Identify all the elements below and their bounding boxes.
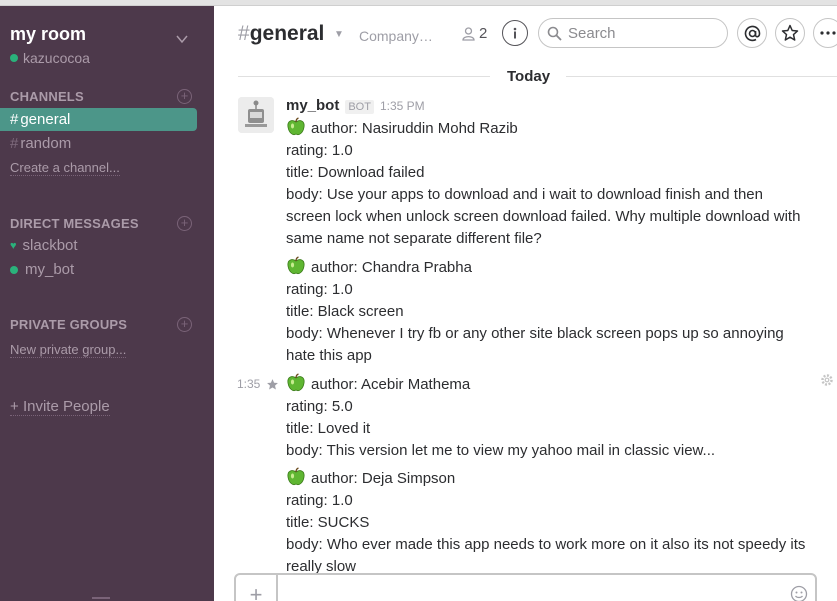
author-text: author: Nasiruddin Mohd Razib (311, 120, 518, 137)
gear-icon[interactable] (820, 373, 834, 387)
rating-line: rating: 5.0 (286, 398, 353, 415)
search-icon (547, 26, 562, 41)
info-icon (513, 27, 517, 39)
star-icon (781, 24, 799, 41)
sidebar-item-general[interactable]: # general (0, 108, 197, 131)
attach-file-button[interactable]: + (236, 575, 278, 601)
title-line: title: Loved it (286, 420, 371, 437)
search-bar[interactable] (538, 18, 728, 48)
green-apple-icon (287, 256, 305, 274)
message-input[interactable] (286, 583, 776, 600)
sidebar-item-slackbot[interactable]: ♥ slackbot (10, 237, 78, 254)
message-header: my_bot BOT 1:35 PM (286, 97, 425, 114)
channels-heading[interactable]: CHANNELS (10, 89, 84, 104)
message-attachment: author: Acebir Mathema rating: 5.0 title… (286, 373, 806, 462)
rating-line: rating: 1.0 (286, 492, 353, 509)
hash-icon: # (238, 22, 250, 45)
author-text: author: Deja Simpson (311, 470, 456, 487)
hover-timestamp[interactable]: 1:35 (237, 377, 260, 391)
green-apple-icon (287, 373, 305, 391)
mentions-button[interactable] (737, 18, 767, 48)
body-line: body: This version let me to view my yah… (286, 442, 716, 459)
sender-name[interactable]: my_bot (286, 97, 339, 114)
author-line: author: Deja Simpson (286, 467, 806, 490)
green-apple-icon (287, 467, 305, 485)
message-composer: + (234, 573, 817, 601)
search-input[interactable] (568, 24, 718, 42)
create-channel-link[interactable]: Create a channel... (10, 160, 120, 176)
plus-icon: + (10, 398, 19, 415)
author-line: author: Chandra Prabha (286, 256, 806, 279)
person-icon (462, 26, 475, 41)
add-dm-icon[interactable]: + (177, 216, 192, 231)
hash-icon: # (10, 135, 19, 152)
sidebar-item-random[interactable]: # random (0, 132, 197, 155)
team-name[interactable]: my room (10, 24, 86, 45)
green-apple-icon (287, 117, 305, 135)
author-text: author: Chandra Prabha (311, 259, 472, 276)
resize-handle[interactable] (92, 597, 110, 599)
author-line: author: Nasiruddin Mohd Razib (286, 117, 806, 140)
channel-info-button[interactable] (502, 20, 528, 46)
avatar[interactable] (238, 97, 274, 133)
sidebar-item-label: general (20, 111, 71, 128)
starred-items-button[interactable] (775, 18, 805, 48)
divider-line (566, 76, 837, 77)
body-line: body: Use your apps to download and i wa… (286, 186, 801, 247)
invite-people-link[interactable]: + Invite People (10, 398, 110, 416)
title-line: title: SUCKS (286, 514, 370, 531)
current-user[interactable]: kazucocoa (10, 50, 90, 66)
sidebar-item-label: my_bot (25, 261, 75, 278)
star-icon[interactable] (266, 378, 279, 391)
direct-messages-heading[interactable]: DIRECT MESSAGES (10, 216, 139, 231)
new-private-group-link[interactable]: New private group... (10, 342, 127, 358)
member-count-button[interactable]: 2 (462, 25, 487, 42)
body-line: body: Whenever I try fb or any other sit… (286, 325, 784, 364)
rating-line: rating: 1.0 (286, 281, 353, 298)
message-attachment: author: Chandra Prabha rating: 1.0 title… (286, 256, 806, 367)
sidebar-item-my-bot[interactable]: my_bot (10, 261, 74, 278)
day-divider-label: Today (507, 68, 551, 85)
presence-dot (10, 54, 18, 62)
channel-purpose[interactable]: Company… (359, 28, 441, 44)
chevron-down-icon[interactable]: ▼ (334, 29, 344, 40)
hash-icon: # (10, 111, 19, 128)
message-timestamp[interactable]: 1:35 PM (380, 99, 425, 113)
more-horizontal-icon (820, 31, 836, 35)
sidebar: my room kazucocoa CHANNELS + # general # r… (0, 6, 214, 601)
channel-name: general (249, 22, 325, 45)
bot-avatar-icon (238, 97, 274, 133)
heart-icon: ♥ (10, 239, 17, 252)
title-line: title: Download failed (286, 164, 425, 181)
presence-dot (10, 265, 18, 274)
channel-title[interactable]: #general (238, 22, 324, 46)
at-sign-icon (744, 25, 760, 41)
emoji-icon[interactable] (790, 585, 808, 601)
message-hover-meta: 1:35 (237, 377, 279, 391)
more-menu-button[interactable] (813, 18, 837, 48)
title-line: title: Black screen (286, 303, 404, 320)
current-user-name: kazucocoa (23, 50, 90, 66)
rating-line: rating: 1.0 (286, 142, 353, 159)
divider-line (238, 76, 490, 77)
sidebar-item-label: slackbot (22, 237, 78, 254)
message-attachment: author: Nasiruddin Mohd Razib rating: 1.… (286, 117, 806, 250)
member-count: 2 (479, 25, 488, 42)
add-private-group-icon[interactable]: + (177, 317, 192, 332)
invite-label: Invite People (22, 398, 110, 415)
author-text: author: Acebir Mathema (311, 376, 471, 393)
message-attachment: author: Deja Simpson rating: 1.0 title: … (286, 467, 806, 578)
private-groups-heading[interactable]: PRIVATE GROUPS (10, 317, 127, 332)
sidebar-item-label: random (20, 135, 72, 152)
author-line: author: Acebir Mathema (286, 373, 806, 396)
add-channel-icon[interactable]: + (177, 89, 192, 104)
channel-header: #general ▼ Company… 2 (214, 6, 837, 61)
body-line: body: Who ever made this app needs to wo… (286, 536, 806, 575)
chevron-down-icon[interactable] (176, 33, 188, 45)
bot-badge: BOT (345, 100, 374, 114)
